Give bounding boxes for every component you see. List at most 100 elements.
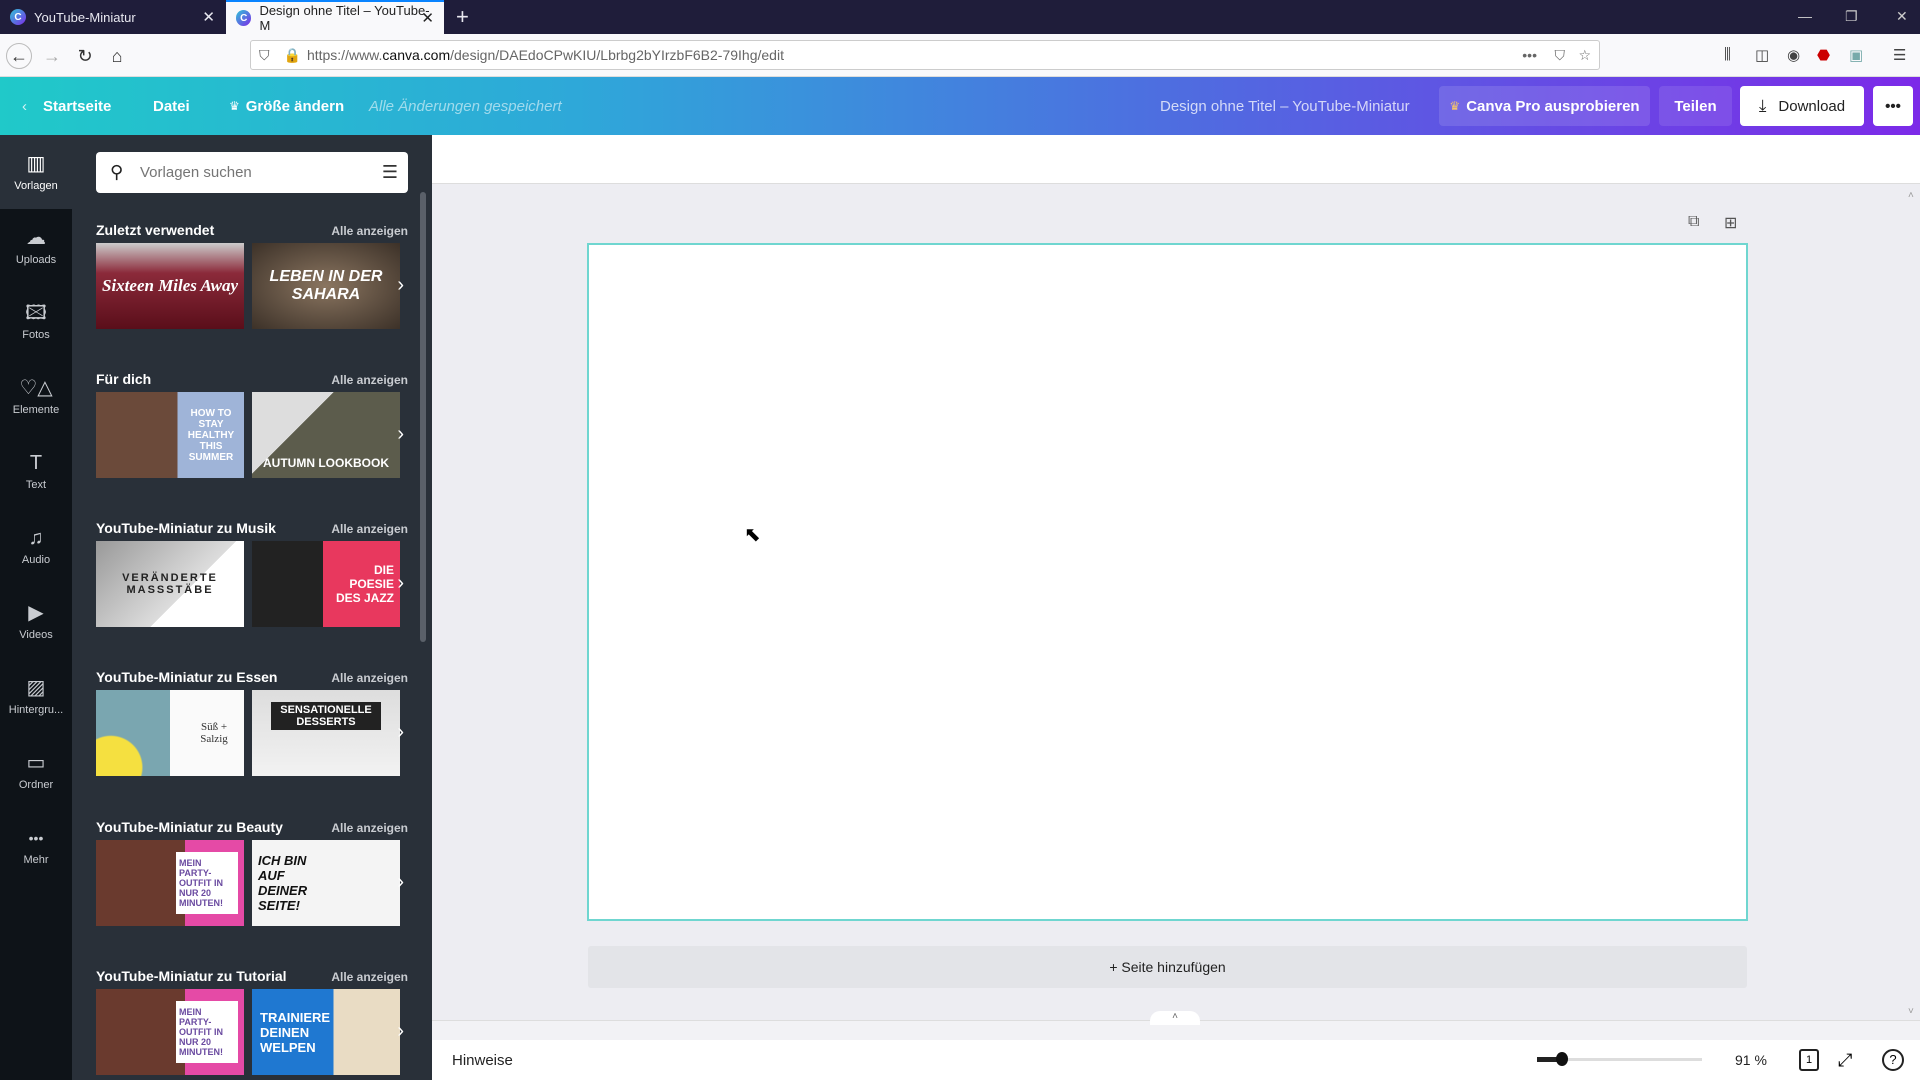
expand-pages-button[interactable]: ˄ — [1150, 1011, 1200, 1025]
more-options-button[interactable]: ••• — [1873, 86, 1913, 126]
side-nav: ▥ Vorlagen ☁ Uploads 🖾 Fotos ♡△ Elemente T Te… — [0, 135, 72, 1080]
browser-tab-design[interactable]: C Design ohne Titel – YouTube-M ✕ — [226, 0, 444, 34]
thumbnail-text: MEIN PARTY-OUTFIT IN NUR 20 MINUTEN! — [176, 852, 238, 914]
panel-scrollbar[interactable] — [420, 192, 426, 642]
extension-icon[interactable]: ▣ — [1849, 46, 1863, 64]
section-title: Für dich — [96, 371, 152, 387]
chevron-right-icon[interactable]: › — [397, 274, 404, 297]
download-button[interactable]: ⤓ Download — [1740, 86, 1864, 126]
see-all-link[interactable]: Alle anzeigen — [331, 671, 408, 685]
sidebar-item-backgrounds[interactable]: ▨ Hintergru... — [0, 659, 72, 733]
template-thumbnail[interactable]: AUTUMN LOOKBOOK — [252, 392, 400, 478]
minimize-icon[interactable]: — — [1798, 8, 1812, 24]
page-actions-icon[interactable]: ••• — [1522, 47, 1537, 63]
url-prefix: https://www. — [306, 47, 383, 63]
sidebar-label: Videos — [19, 628, 53, 641]
sidebar-label: Mehr — [23, 853, 49, 866]
sidebar-label: Text — [25, 478, 47, 491]
save-status: Alle Änderungen gespeichert — [369, 97, 562, 115]
sidebar-item-photos[interactable]: 🖾 Fotos — [0, 284, 72, 358]
back-icon[interactable]: ← — [6, 43, 32, 69]
template-thumbnail[interactable]: SENSATIONELLE DESSERTS — [252, 690, 400, 776]
more-dots-icon: ••• — [28, 829, 44, 846]
add-page-icon[interactable]: ⊞ — [1724, 213, 1737, 233]
page-count-button[interactable]: 1 — [1799, 1049, 1819, 1071]
horizontal-scrollbar[interactable]: ˄ — [432, 1011, 1920, 1040]
template-search[interactable]: ⚲ ☰ — [96, 152, 408, 193]
sidebar-item-folders[interactable]: ▭ Ordner — [0, 734, 72, 808]
zoom-slider[interactable] — [1537, 1052, 1702, 1066]
help-icon[interactable]: ? — [1882, 1049, 1904, 1071]
account-icon[interactable]: ◉ — [1787, 46, 1800, 64]
sidebar-item-templates[interactable]: ▥ Vorlagen — [0, 135, 72, 209]
template-thumbnail[interactable]: LEBEN IN DER SAHARA — [252, 243, 400, 329]
duplicate-page-icon[interactable]: ⧉ — [1688, 213, 1699, 231]
notes-button[interactable]: Hinweise — [452, 1052, 513, 1069]
chevron-right-icon[interactable]: › — [397, 721, 404, 744]
sidebar-item-more[interactable]: ••• Mehr — [0, 809, 72, 883]
chevron-right-icon[interactable]: › — [397, 423, 404, 446]
new-tab-button[interactable]: + — [456, 4, 469, 30]
template-thumbnail[interactable]: MEIN PARTY-OUTFIT IN NUR 20 MINUTEN! — [96, 989, 244, 1075]
see-all-link[interactable]: Alle anzeigen — [331, 821, 408, 835]
chevron-right-icon[interactable]: › — [397, 871, 404, 894]
sidebar-icon[interactable]: ◫ — [1755, 46, 1769, 64]
restore-icon[interactable]: ❐ — [1845, 8, 1858, 25]
see-all-link[interactable]: Alle anzeigen — [331, 970, 408, 984]
template-thumbnail[interactable]: Sixteen Miles Away — [96, 243, 244, 329]
template-thumbnail[interactable]: VERÄNDERTE MASSSTÄBE — [96, 541, 244, 627]
resize-button[interactable]: ♛ Größe ändern — [229, 77, 344, 135]
see-all-link[interactable]: Alle anzeigen — [331, 224, 408, 238]
zoom-slider-handle[interactable] — [1555, 1052, 1568, 1066]
try-canva-pro-button[interactable]: ♛ Canva Pro ausprobieren — [1439, 86, 1650, 126]
sidebar-item-elements[interactable]: ♡△ Elemente — [0, 359, 72, 433]
fullscreen-icon[interactable]: ⤢ — [1838, 1050, 1852, 1071]
tab-label: Design ohne Titel – YouTube-M — [259, 3, 430, 33]
scroll-up-icon[interactable]: ˄ — [1908, 190, 1914, 201]
template-thumbnail[interactable]: ICH BIN AUF DEINER SEITE! — [252, 840, 400, 926]
library-icon[interactable]: ⫼ — [1724, 46, 1731, 63]
template-search-input[interactable] — [140, 164, 360, 181]
window-close-icon[interactable]: ✕ — [1896, 8, 1908, 25]
zoom-level[interactable]: 91 % — [1735, 1052, 1767, 1068]
chevron-right-icon[interactable]: › — [397, 1020, 404, 1043]
music-note-icon: ♫ — [28, 526, 44, 549]
scroll-down-icon[interactable]: ˅ — [1908, 1006, 1914, 1017]
shield-icon: ⛉ — [259, 46, 270, 63]
sidebar-label: Uploads — [15, 253, 57, 266]
menu-icon[interactable]: ☰ — [1893, 46, 1906, 64]
filter-icon[interactable]: ☰ — [382, 162, 398, 183]
document-title[interactable]: Design ohne Titel – YouTube-Miniatur — [1160, 77, 1410, 135]
see-all-link[interactable]: Alle anzeigen — [331, 522, 408, 536]
close-tab-icon[interactable]: ✕ — [421, 9, 434, 27]
close-tab-icon[interactable]: ✕ — [202, 8, 215, 26]
design-canvas[interactable] — [587, 243, 1748, 921]
sidebar-label: Audio — [21, 553, 51, 566]
forward-icon[interactable]: → — [39, 43, 65, 69]
template-thumbnail[interactable]: DIE POESIE DES JAZZ — [252, 541, 400, 627]
sidebar-item-uploads[interactable]: ☁ Uploads — [0, 209, 72, 283]
thumbnail-text: MEIN PARTY-OUTFIT IN NUR 20 MINUTEN! — [176, 1001, 238, 1063]
templates-icon: ▥ — [26, 152, 46, 175]
template-thumbnail[interactable]: MEIN PARTY-OUTFIT IN NUR 20 MINUTEN! — [96, 840, 244, 926]
browser-tab-youtube-miniatur[interactable]: C YouTube-Miniatur ✕ — [0, 0, 225, 34]
add-page-button[interactable]: + Seite hinzufügen — [588, 946, 1747, 988]
bookmark-star-icon[interactable]: ☆ — [1578, 47, 1591, 64]
url-bar[interactable]: ⛉ 🔒 https://www. canva.com/design/DAEdoCP… — [250, 40, 1600, 70]
sidebar-item-audio[interactable]: ♫ Audio — [0, 509, 72, 583]
sidebar-item-videos[interactable]: ▶ Videos — [0, 584, 72, 658]
template-thumbnail[interactable]: Süß + Salzig — [96, 690, 244, 776]
template-thumbnail[interactable]: TRAINIERE DEINEN WELPEN — [252, 989, 400, 1075]
pocket-icon[interactable]: ⛉ — [1555, 47, 1566, 64]
home-icon[interactable]: ⌂ — [104, 43, 130, 69]
home-back-button[interactable]: ‹ Startseite — [22, 77, 111, 135]
adblock-icon[interactable]: ⬣ — [1817, 46, 1830, 64]
see-all-link[interactable]: Alle anzeigen — [331, 373, 408, 387]
reload-icon[interactable]: ↻ — [72, 43, 98, 69]
url-domain: canva.com — [382, 47, 451, 63]
template-thumbnail[interactable]: HOW TO STAY HEALTHY THIS SUMMER — [96, 392, 244, 478]
chevron-right-icon[interactable]: › — [397, 572, 404, 595]
share-button[interactable]: Teilen — [1659, 86, 1732, 126]
file-menu-button[interactable]: Datei — [153, 77, 190, 135]
sidebar-item-text[interactable]: T Text — [0, 434, 72, 508]
